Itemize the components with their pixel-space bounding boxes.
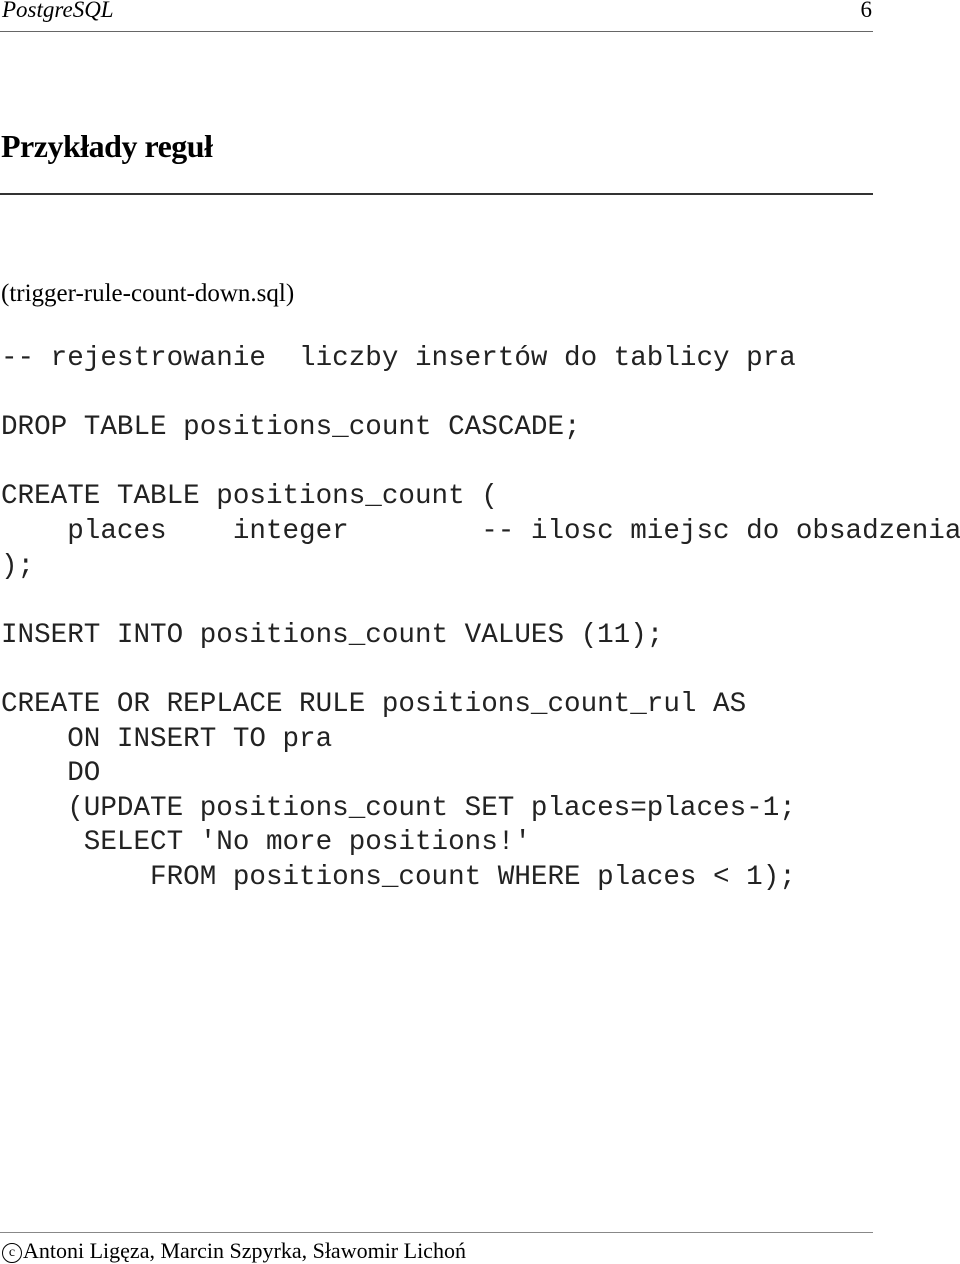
page-number: 6 bbox=[860, 0, 873, 22]
running-head: PostgreSQL 6 bbox=[2, 0, 872, 27]
code-line: CREATE OR REPLACE RULE positions_count_r… bbox=[1, 688, 747, 720]
section-title: Przykłady reguł bbox=[1, 128, 213, 164]
code-line: ); bbox=[1, 550, 35, 582]
code-line: FROM positions_count WHERE places < 1); bbox=[1, 861, 796, 893]
code-line: INSERT INTO positions_count VALUES (11); bbox=[1, 619, 664, 651]
footer-rule bbox=[0, 1232, 873, 1233]
code-line: -- rejestrowanie liczby insertów do tabl… bbox=[1, 343, 796, 374]
title-rule bbox=[0, 193, 873, 195]
code-line: ON INSERT TO pra bbox=[1, 723, 333, 755]
code-line: DROP TABLE positions_count CASCADE; bbox=[1, 412, 581, 444]
code-line: CREATE TABLE positions_count ( bbox=[1, 481, 498, 513]
code-listing: -- rejestrowanie liczby insertów do tabl… bbox=[1, 342, 960, 896]
copyright-icon: c bbox=[2, 1243, 22, 1263]
code-line: DO bbox=[1, 758, 101, 790]
code-line: SELECT 'No more positions!' bbox=[1, 827, 531, 859]
source-filename: (trigger-rule-count-down.sql) bbox=[1, 280, 295, 307]
code-line: (UPDATE positions_count SET places=place… bbox=[1, 792, 796, 824]
footer-authors: Antoni Ligęza, Marcin Szpyrka, Sławomir … bbox=[23, 1238, 466, 1263]
running-title: PostgreSQL bbox=[2, 0, 114, 22]
footer: c Antoni Ligęza, Marcin Szpyrka, Sławomir… bbox=[2, 1238, 466, 1264]
code-line: places integer -- ilosc miejsc do obsadz… bbox=[1, 515, 960, 547]
header-rule bbox=[0, 31, 873, 32]
